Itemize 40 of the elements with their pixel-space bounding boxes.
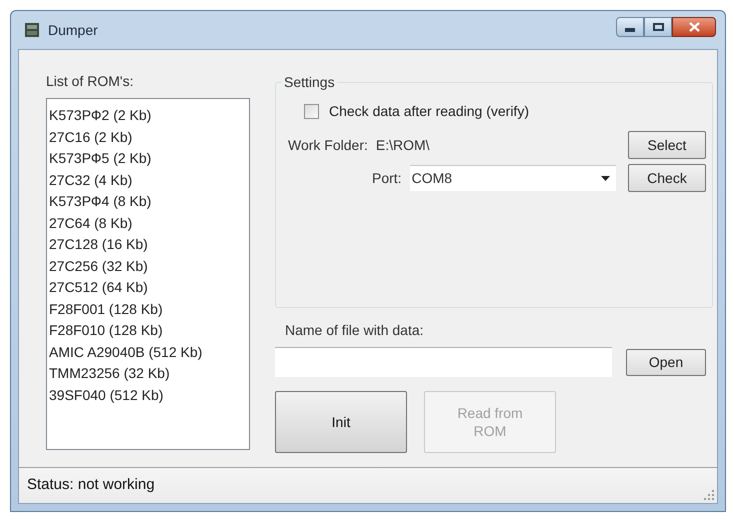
port-label: Port:	[372, 168, 402, 188]
window-title: Dumper	[48, 20, 98, 40]
rom-list-item[interactable]: AMIC A29040B (512 Kb)	[49, 342, 249, 363]
rom-list-item[interactable]: K573РФ4 (8 Kb)	[49, 191, 249, 212]
rom-list-item[interactable]: 27C32 (4 Kb)	[49, 170, 249, 191]
check-button[interactable]: Check	[628, 164, 706, 192]
rom-list-item[interactable]: 27C64 (8 Kb)	[49, 212, 249, 234]
work-folder-label: Work Folder:	[288, 136, 368, 154]
init-button[interactable]: Init	[275, 391, 407, 453]
status-text: Status: not working	[27, 475, 155, 496]
close-button[interactable]	[672, 17, 716, 37]
rom-list-item[interactable]: 27C16 (2 Kb)	[49, 126, 249, 148]
close-icon	[688, 22, 700, 32]
dropdown-arrow-icon	[600, 176, 610, 181]
file-label: Name of file with data:	[285, 321, 425, 340]
rom-list-item[interactable]: F28F010 (128 Kb)	[49, 320, 249, 342]
port-value: COM8	[412, 169, 452, 188]
work-folder-path: E:\ROM\	[376, 136, 430, 154]
rom-list-item[interactable]: K573РФ5 (2 Kb)	[49, 148, 249, 170]
file-name-field[interactable]	[275, 347, 612, 377]
maximize-icon	[652, 23, 664, 31]
rom-list-item[interactable]: 27C128 (16 Kb)	[49, 234, 249, 256]
verify-checkbox[interactable]	[304, 104, 319, 119]
rom-listbox[interactable]	[46, 98, 250, 450]
resize-grip-icon	[704, 490, 714, 500]
rom-list-item[interactable]: 39SF040 (512 Kb)	[49, 384, 249, 406]
port-dropdown[interactable]: COM8	[410, 165, 616, 191]
select-button[interactable]: Select	[628, 131, 706, 159]
open-button[interactable]: Open	[626, 348, 706, 376]
rom-list-item[interactable]: K573РФ2 (2 Kb)	[49, 105, 249, 126]
minimize-button[interactable]	[616, 17, 644, 37]
maximize-button[interactable]	[644, 17, 672, 37]
list-label: List of ROM's:	[46, 72, 134, 90]
rom-list-item[interactable]: 27C256 (32 Kb)	[49, 256, 249, 277]
minimize-icon	[625, 28, 635, 32]
rom-list-item[interactable]: TMM23256 (32 Kb)	[49, 363, 249, 384]
rom-list-item[interactable]: 27C512 (64 Kb)	[49, 277, 249, 298]
verify-label: Check data after reading (verify)	[329, 102, 529, 121]
app-icon	[24, 22, 40, 38]
rom-list-item[interactable]: F28F001 (128 Kb)	[49, 298, 249, 320]
